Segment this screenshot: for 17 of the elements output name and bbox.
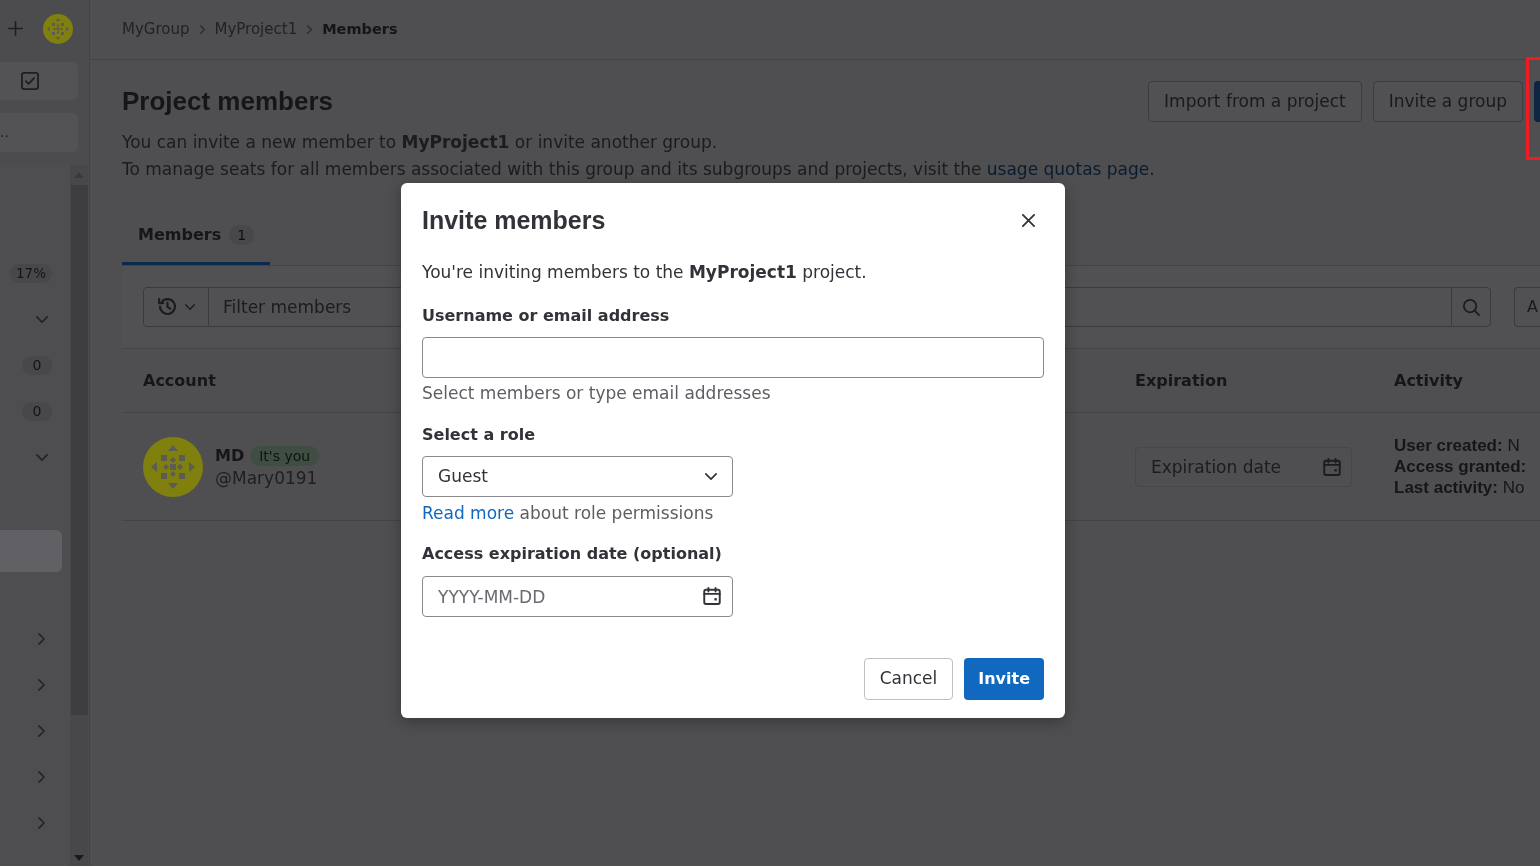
column-header: Account [143, 370, 216, 390]
help-text: Select members or type email addresses [422, 382, 772, 404]
count-badge: 1 [229, 224, 255, 245]
status-badge: It's you [250, 445, 320, 466]
activity-text: User created: N [1394, 435, 1521, 456]
dialog-intro: You're inviting members to the MyProject1 project. [422, 261, 868, 284]
activity-text: Access granted: [1394, 456, 1528, 477]
field-label: Username or email address [422, 305, 671, 327]
help-text: Read more about role permissions [422, 502, 715, 524]
member-name: MD [215, 444, 245, 467]
dialog-title: Invite members [422, 205, 606, 236]
page-title: Project members [122, 85, 333, 118]
column-header: Activity [1394, 370, 1463, 390]
field-label: Select a role [422, 424, 536, 446]
activity-text: Last activity: No [1394, 477, 1526, 498]
column-header: Expiration [1135, 370, 1228, 390]
field-label: Access expiration date (optional) [422, 543, 723, 565]
